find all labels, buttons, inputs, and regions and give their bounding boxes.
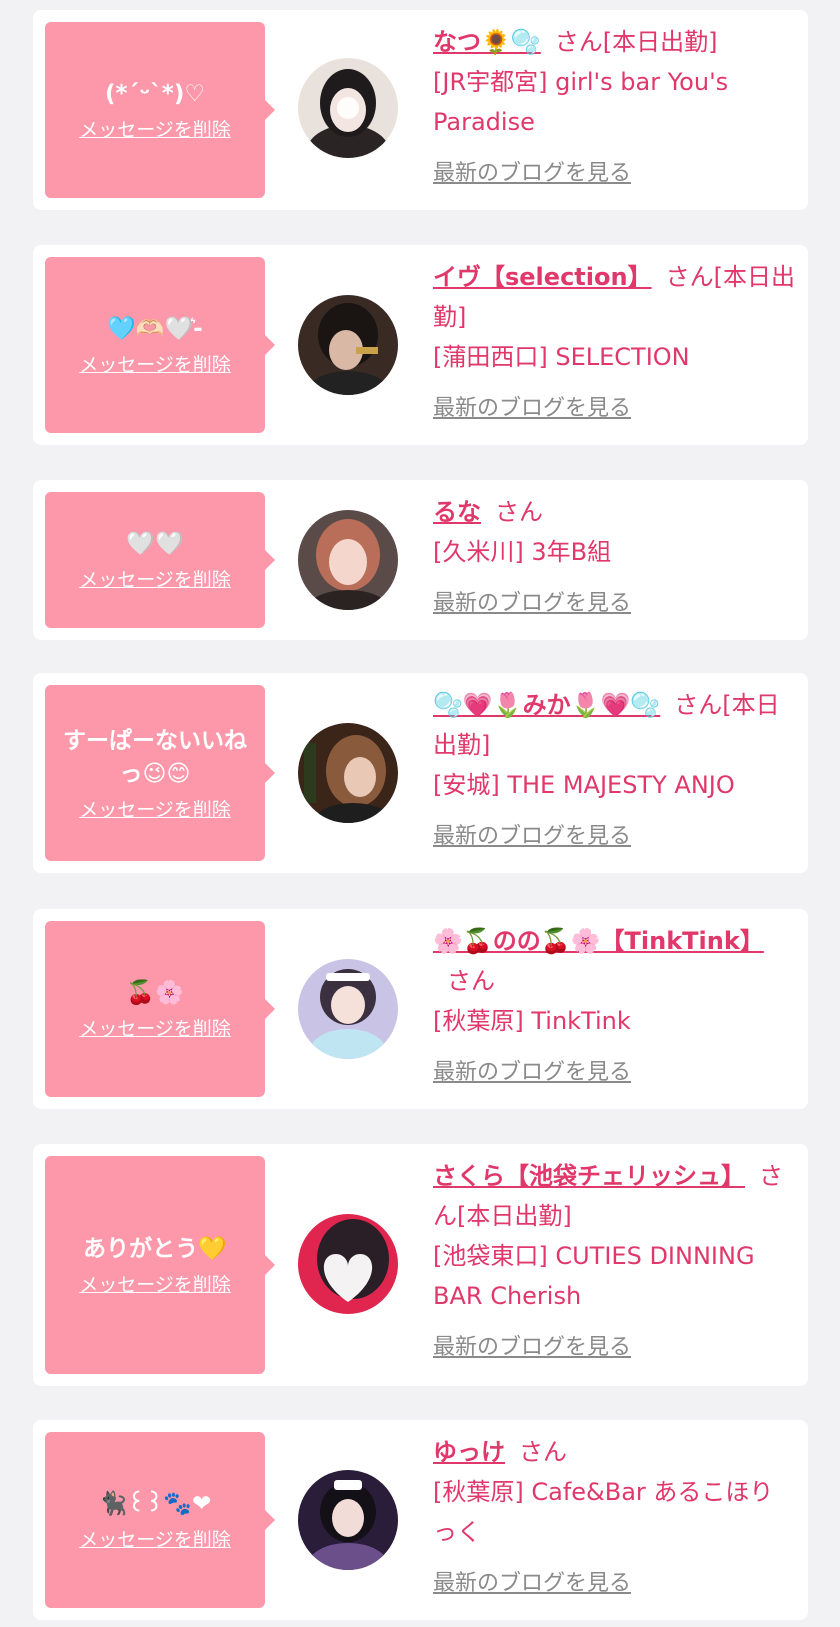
latest-blog-link[interactable]: 最新のブログを見る: [433, 584, 631, 624]
message-bubble: 🐈‍⬛꒰꒱🐾❤ メッセージを削除: [45, 1432, 275, 1608]
shop-name: [秋葉原] Cafe&Bar あるこほりっく: [433, 1478, 774, 1546]
shop-name: [蒲田西口] SELECTION: [433, 343, 690, 371]
message-text: 🤍🤍: [126, 531, 184, 557]
delete-message-link[interactable]: メッセージを削除: [79, 565, 231, 592]
list-item: すーぱーないいねっ😉😊 メッセージを削除 🫧💗🌷みか🌷💗🫧 さん[本日出勤] [安…: [33, 673, 808, 873]
girl-info: なつ🌻🫧 さん[本日出勤] [JR宇都宮] girl's bar You's Pa…: [433, 22, 796, 194]
girl-info: イヴ【selection】 さん[本日出勤] [蒲田西口] SELECTION 最…: [433, 257, 796, 429]
shop-name: [池袋東口] CUTIES DINNING BAR Cherish: [433, 1242, 755, 1310]
delete-message-link[interactable]: メッセージを削除: [79, 1014, 231, 1041]
honorific-status: さん: [519, 1438, 567, 1466]
girl-name-link[interactable]: さくら【池袋チェリッシュ】: [433, 1162, 745, 1190]
delete-message-link[interactable]: メッセージを削除: [79, 1270, 231, 1297]
girl-name-link[interactable]: るな: [433, 498, 481, 526]
girl-info: 🌸🍒のの🍒🌸【TinkTink】さん [秋葉原] TinkTink 最新のブログ…: [433, 921, 796, 1093]
delete-message-link[interactable]: メッセージを削除: [79, 350, 231, 377]
latest-blog-link[interactable]: 最新のブログを見る: [433, 1564, 631, 1604]
delete-message-link[interactable]: メッセージを削除: [79, 1525, 231, 1552]
message-text: 🍒🌸: [126, 980, 184, 1006]
girl-name-link[interactable]: イヴ【selection】: [433, 263, 652, 291]
list-item: 🐈‍⬛꒰꒱🐾❤ メッセージを削除 ゆっけ さん [秋葉原] Cafe&Bar ある…: [33, 1420, 808, 1620]
delete-message-link[interactable]: メッセージを削除: [79, 115, 231, 142]
latest-blog-link[interactable]: 最新のブログを見る: [433, 389, 631, 429]
list-item: ありがとう💛 メッセージを削除 さくら【池袋チェリッシュ】 さん[本日出勤] [池…: [33, 1144, 808, 1386]
message-text: すーぱーないいねっ😉😊: [63, 727, 247, 787]
avatar-photo-icon: [298, 959, 398, 1059]
girl-info: さくら【池袋チェリッシュ】 さん[本日出勤] [池袋東口] CUTIES DINN…: [433, 1156, 796, 1368]
girl-name-link[interactable]: ゆっけ: [433, 1438, 505, 1466]
list-item: (*ˊᵕˋ*)♡ メッセージを削除 なつ🌻🫧 さん[本日出勤] [JR宇都宮] g…: [33, 10, 808, 210]
avatar[interactable]: [298, 295, 398, 395]
list-item: 🍒🌸 メッセージを削除 🌸🍒のの🍒🌸【TinkTink】さん [秋葉原] Tin…: [33, 909, 808, 1109]
avatar-photo-heart-icon: [298, 1214, 398, 1314]
latest-blog-link[interactable]: 最新のブログを見る: [433, 154, 631, 194]
latest-blog-link[interactable]: 最新のブログを見る: [433, 1053, 631, 1093]
girl-name-link[interactable]: なつ🌻🫧: [433, 28, 541, 56]
girl-info: るな さん [久米川] 3年B組 最新のブログを見る: [433, 492, 796, 624]
shop-name: [安城] THE MAJESTY ANJO: [433, 771, 735, 799]
avatar-photo-icon: [298, 1470, 398, 1570]
avatar-photo-icon: [298, 510, 398, 610]
girl-name-link[interactable]: 🌸🍒のの🍒🌸【TinkTink】: [433, 927, 764, 955]
avatar[interactable]: [298, 510, 398, 610]
latest-blog-link[interactable]: 最新のブログを見る: [433, 817, 631, 857]
avatar[interactable]: [298, 1470, 398, 1570]
honorific-status: さん: [495, 498, 543, 526]
honorific-status: さん: [447, 967, 495, 995]
shop-name: [JR宇都宮] girl's bar You's Paradise: [433, 68, 729, 136]
honorific-status: さん[本日出勤]: [554, 28, 718, 56]
avatar-photo-icon: [298, 723, 398, 823]
shop-name: [久米川] 3年B組: [433, 538, 612, 566]
latest-blog-link[interactable]: 最新のブログを見る: [433, 1328, 631, 1368]
girl-info: 🫧💗🌷みか🌷💗🫧 さん[本日出勤] [安城] THE MAJESTY ANJO 最…: [433, 685, 796, 857]
message-bubble: すーぱーないいねっ😉😊 メッセージを削除: [45, 685, 275, 861]
avatar-photo-icon: [298, 295, 398, 395]
message-bubble: 🩵🫶🏻🤍͛- メッセージを削除: [45, 257, 275, 433]
delete-message-link[interactable]: メッセージを削除: [79, 795, 231, 822]
avatar[interactable]: [298, 959, 398, 1059]
message-bubble: (*ˊᵕˋ*)♡ メッセージを削除: [45, 22, 275, 198]
shop-name: [秋葉原] TinkTink: [433, 1007, 631, 1035]
message-bubble: 🍒🌸 メッセージを削除: [45, 921, 275, 1097]
message-text: 🐈‍⬛꒰꒱🐾❤: [98, 1491, 212, 1517]
girl-name-link[interactable]: 🫧💗🌷みか🌷💗🫧: [433, 691, 660, 719]
message-bubble: ありがとう💛 メッセージを削除: [45, 1156, 275, 1374]
list-item: 🤍🤍 メッセージを削除 るな さん [久米川] 3年B組 最新のブログを見る: [33, 480, 808, 640]
message-text: (*ˊᵕˋ*)♡: [105, 81, 205, 107]
avatar[interactable]: [298, 723, 398, 823]
list-item: 🩵🫶🏻🤍͛- メッセージを削除 イヴ【selection】 さん[本日出勤] [蒲…: [33, 245, 808, 445]
message-text: ありがとう💛: [83, 1236, 227, 1262]
avatar[interactable]: [298, 58, 398, 158]
girl-info: ゆっけ さん [秋葉原] Cafe&Bar あるこほりっく 最新のブログを見る: [433, 1432, 796, 1604]
message-list: (*ˊᵕˋ*)♡ メッセージを削除 なつ🌻🫧 さん[本日出勤] [JR宇都宮] g…: [0, 0, 840, 1627]
avatar-photo-icon: [298, 58, 398, 158]
message-text: 🩵🫶🏻🤍͛-: [107, 316, 203, 342]
avatar[interactable]: [298, 1214, 398, 1314]
message-bubble: 🤍🤍 メッセージを削除: [45, 492, 275, 628]
